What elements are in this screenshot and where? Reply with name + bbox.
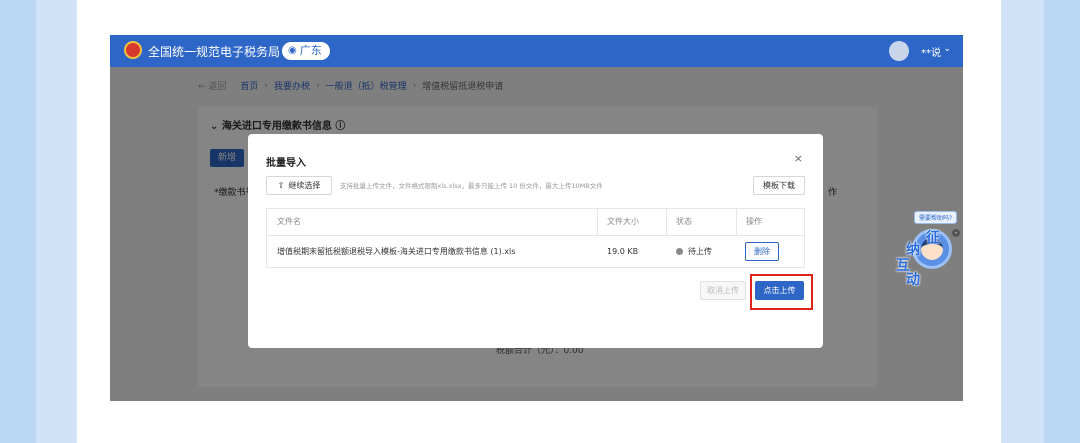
column-header: 状态 bbox=[676, 217, 692, 226]
continue-select-label: 继续选择 bbox=[288, 181, 321, 190]
highlight-box bbox=[750, 274, 813, 310]
assistant-close-icon[interactable]: - bbox=[952, 229, 960, 237]
top-navbar: 全国统一规范电子税务局 ◉ 广东 **说 ⌄ bbox=[110, 35, 963, 67]
file-size-cell: 19.0 KB bbox=[607, 247, 639, 256]
delete-button[interactable]: 删除 bbox=[745, 242, 779, 261]
file-table: 文件名 文件大小 状态 操作 增值税期末留抵税额退税导入模板-海关进口专用缴款书… bbox=[266, 208, 805, 268]
assistant-char: 动 bbox=[906, 272, 920, 288]
assistant-char: 征 bbox=[926, 230, 940, 246]
dialog-title: 批量导入 bbox=[266, 158, 306, 169]
avatar[interactable] bbox=[889, 41, 909, 61]
status-dot-icon bbox=[676, 248, 683, 255]
region-selector[interactable]: ◉ 广东 bbox=[282, 42, 330, 60]
region-label: 广东 bbox=[299, 44, 322, 57]
file-name-cell: 增值税期末留抵税额退税导入模板-海关进口专用缴款书信息 (1).xls bbox=[277, 247, 516, 256]
continue-select-button[interactable]: ⇧ 继续选择 bbox=[266, 176, 332, 195]
template-download-button[interactable]: 模板下载 bbox=[753, 176, 805, 195]
column-divider bbox=[597, 209, 598, 235]
right-frame bbox=[1044, 0, 1080, 443]
left-frame bbox=[0, 0, 36, 443]
location-pin-icon: ◉ bbox=[288, 45, 297, 56]
column-header: 文件大小 bbox=[607, 217, 639, 226]
upload-icon: ⇧ bbox=[277, 181, 285, 190]
assistant-tooltip: 需要帮助吗? bbox=[914, 211, 958, 224]
status-text: 待上传 bbox=[688, 247, 712, 256]
column-divider bbox=[736, 209, 737, 235]
column-header: 文件名 bbox=[277, 217, 301, 226]
cancel-upload-button[interactable]: 取消上传 bbox=[700, 281, 746, 300]
assistant-widget[interactable]: 需要帮助吗? 征 纳 互 动 - bbox=[892, 211, 960, 288]
site-title: 全国统一规范电子税务局 bbox=[148, 45, 281, 59]
close-icon[interactable]: × bbox=[794, 152, 803, 165]
column-header: 操作 bbox=[746, 217, 762, 226]
chevron-down-icon[interactable]: ⌄ bbox=[943, 44, 951, 54]
status-cell: 待上传 bbox=[676, 236, 712, 268]
tax-emblem-icon bbox=[124, 41, 142, 59]
upload-hint: 支持批量上传文件，文件格式限制xls.xlsx，最多只能上传 10 份文件，最大… bbox=[340, 182, 603, 190]
column-divider bbox=[666, 209, 667, 235]
user-name[interactable]: **说 bbox=[921, 44, 941, 59]
batch-import-dialog: 批量导入 × ⇧ 继续选择 支持批量上传文件，文件格式限制xls.xlsx，最多… bbox=[248, 134, 823, 348]
